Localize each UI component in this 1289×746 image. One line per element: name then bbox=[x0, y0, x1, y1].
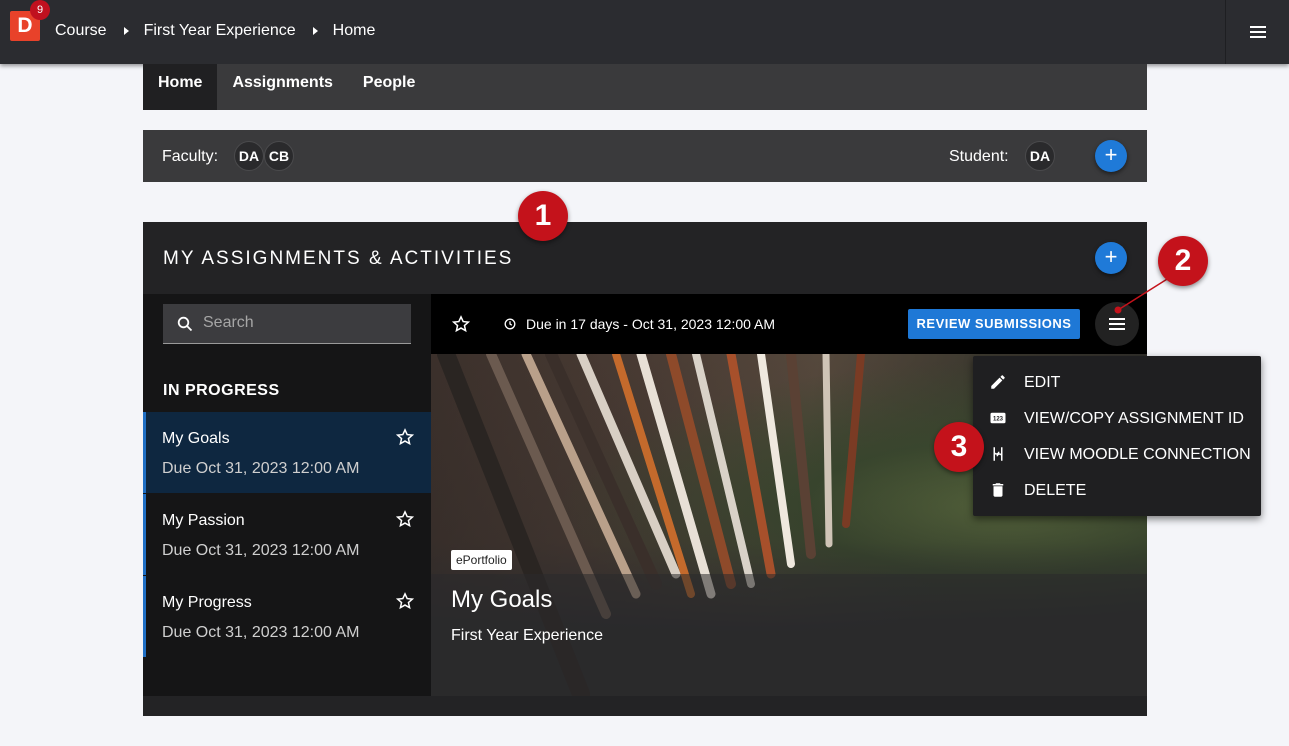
caret-right-icon bbox=[312, 27, 318, 35]
svg-text:123: 123 bbox=[993, 417, 1004, 423]
search-input[interactable] bbox=[203, 304, 403, 342]
avatar-faculty-da[interactable]: DA bbox=[234, 141, 264, 171]
student-label: Student: bbox=[949, 148, 1009, 165]
search-icon bbox=[177, 316, 193, 332]
menu-item-label: EDIT bbox=[1024, 374, 1061, 391]
list-item[interactable]: My Progress Due Oct 31, 2023 12:00 AM bbox=[143, 576, 431, 657]
star-icon[interactable] bbox=[396, 428, 414, 446]
breadcrumb-home: Home bbox=[332, 22, 376, 39]
id-123-icon: 123 bbox=[990, 412, 1006, 424]
panel-title: MY ASSIGNMENTS & ACTIVITIES bbox=[163, 248, 514, 269]
hamburger-menu-icon[interactable] bbox=[1250, 26, 1266, 38]
menu-item-view-copy-id[interactable]: 123 VIEW/COPY ASSIGNMENT ID bbox=[973, 400, 1261, 436]
item-title: My Passion bbox=[162, 512, 245, 529]
menu-item-delete[interactable]: DELETE bbox=[973, 472, 1261, 508]
due-text: Due in 17 days - Oct 31, 2023 12:00 AM bbox=[526, 316, 776, 332]
avatar-student-da[interactable]: DA bbox=[1025, 141, 1055, 171]
search-box bbox=[163, 304, 411, 344]
pencil-icon bbox=[991, 375, 1005, 389]
star-icon[interactable] bbox=[396, 592, 414, 610]
list-item[interactable]: My Goals Due Oct 31, 2023 12:00 AM bbox=[143, 412, 431, 493]
review-submissions-button[interactable]: REVIEW SUBMISSIONS bbox=[908, 309, 1080, 339]
breadcrumb: Course First Year Experience Home bbox=[55, 22, 375, 40]
caret-right-icon bbox=[123, 27, 129, 35]
star-icon[interactable] bbox=[452, 315, 470, 333]
item-due: Due Oct 31, 2023 12:00 AM bbox=[162, 624, 360, 641]
members-bar: Faculty: DA CB Student: DA + bbox=[143, 130, 1147, 182]
tab-people[interactable]: People bbox=[348, 64, 430, 110]
clock-icon bbox=[504, 318, 516, 330]
avatar-faculty-cb[interactable]: CB bbox=[264, 141, 294, 171]
menu-item-label: DELETE bbox=[1024, 482, 1087, 499]
tab-assignments[interactable]: Assignments bbox=[217, 64, 347, 110]
assignment-sidebar: IN PROGRESS My Goals Due Oct 31, 2023 12… bbox=[143, 294, 431, 696]
tab-home[interactable]: Home bbox=[143, 64, 218, 110]
section-in-progress: IN PROGRESS bbox=[163, 382, 280, 399]
item-due: Due Oct 31, 2023 12:00 AM bbox=[162, 542, 360, 559]
eportfolio-badge: ePortfolio bbox=[451, 550, 512, 570]
hamburger-menu-icon bbox=[1109, 318, 1125, 333]
divider bbox=[1225, 0, 1226, 64]
assignment-options-menu: EDIT 123 VIEW/COPY ASSIGNMENT ID VIEW MO… bbox=[973, 356, 1261, 516]
faculty-label: Faculty: bbox=[162, 148, 219, 165]
callout-3: 3 bbox=[934, 422, 984, 472]
course-tabs: Home Assignments People bbox=[143, 64, 1147, 110]
add-member-button[interactable]: + bbox=[1095, 140, 1127, 172]
detail-toolbar: Due in 17 days - Oct 31, 2023 12:00 AM R… bbox=[431, 294, 1147, 354]
menu-item-label: VIEW MOODLE CONNECTION bbox=[1024, 446, 1251, 463]
callout-1: 1 bbox=[518, 191, 568, 241]
menu-item-view-moodle-connection[interactable]: VIEW MOODLE CONNECTION bbox=[973, 436, 1261, 472]
item-due: Due Oct 31, 2023 12:00 AM bbox=[162, 460, 360, 477]
breadcrumb-course-name[interactable]: First Year Experience bbox=[144, 22, 296, 40]
star-icon[interactable] bbox=[396, 510, 414, 528]
item-title: My Progress bbox=[162, 594, 252, 611]
notification-badge: 9 bbox=[30, 0, 50, 20]
menu-item-edit[interactable]: EDIT bbox=[973, 364, 1261, 400]
detail-subtitle: First Year Experience bbox=[451, 627, 604, 644]
menu-item-label: VIEW/COPY ASSIGNMENT ID bbox=[1024, 410, 1244, 427]
item-title: My Goals bbox=[162, 430, 230, 447]
list-item[interactable]: My Passion Due Oct 31, 2023 12:00 AM bbox=[143, 494, 431, 575]
breadcrumb-course[interactable]: Course bbox=[55, 22, 107, 40]
detail-title: My Goals bbox=[451, 586, 553, 613]
callout-2: 2 bbox=[1158, 236, 1208, 286]
connection-icon bbox=[993, 447, 1003, 461]
trash-icon bbox=[992, 483, 1004, 497]
top-bar: D 9 Course First Year Experience Home bbox=[0, 0, 1289, 64]
